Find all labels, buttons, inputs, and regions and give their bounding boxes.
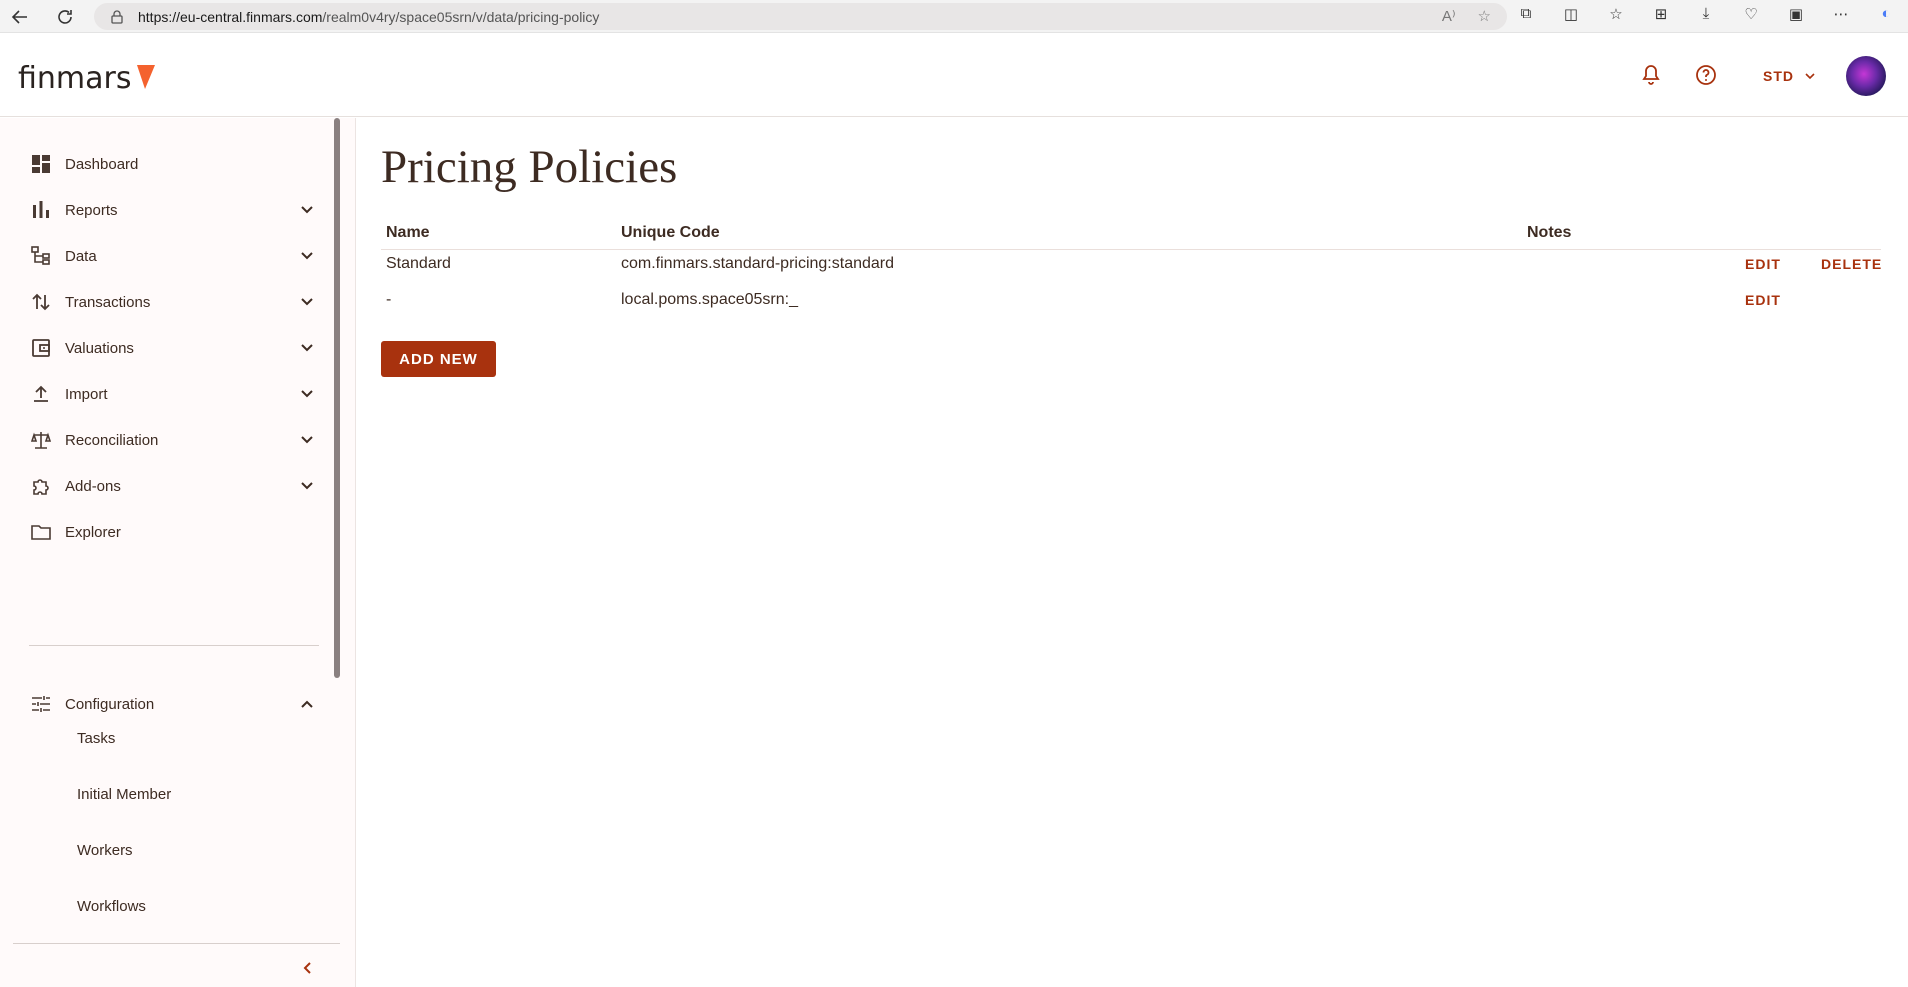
- swap-vertical-icon: [30, 291, 52, 313]
- browser-extensions: ⧉ ◫ ☆ ⊞ ⤓ ♡ ▣ ⋯ ◐: [1514, 5, 1898, 23]
- sidebar: Dashboard Reports Data Transactions Valu…: [0, 118, 356, 987]
- refresh-icon[interactable]: [53, 5, 77, 29]
- sidebar-item-label: Dashboard: [65, 155, 139, 173]
- dashboard-icon: [30, 153, 52, 175]
- sidebar-item-label: Configuration: [65, 695, 155, 713]
- sidebar-item-label: Valuations: [65, 339, 134, 357]
- edit-button[interactable]: EDIT: [1745, 292, 1781, 308]
- row-unique-code: com.finmars.standard-pricing:standard: [621, 255, 895, 272]
- help-icon[interactable]: [1694, 63, 1718, 87]
- puzzle-icon: [30, 475, 52, 497]
- edit-button[interactable]: EDIT: [1745, 256, 1781, 272]
- sidebar-subitem-tasks[interactable]: Tasks: [77, 730, 115, 747]
- sidebar-item-label: Reconciliation: [65, 431, 159, 449]
- main-content: Pricing Policies Name Unique Code Notes …: [357, 118, 1908, 987]
- row-name: -: [386, 291, 392, 308]
- downloads-icon[interactable]: ⤓: [1694, 5, 1718, 23]
- delete-button[interactable]: DELETE: [1821, 256, 1882, 272]
- url-text: https://eu-central.finmars.com/realm0v4r…: [138, 9, 599, 25]
- browser-toolbar: https://eu-central.finmars.com/realm0v4r…: [0, 0, 1908, 33]
- sidebar-item-reconciliation[interactable]: Reconciliation: [0, 417, 330, 463]
- table-row: Standard com.finmars.standard-pricing:st…: [381, 255, 1881, 289]
- logo-text: finmars: [18, 61, 132, 96]
- collapse-sidebar-icon[interactable]: [298, 958, 318, 978]
- sidebar-bottom-divider: [13, 943, 340, 944]
- sidebar-item-transactions[interactable]: Transactions: [0, 279, 330, 325]
- chevron-down-icon: [301, 206, 313, 214]
- app-header: finmars STD: [0, 33, 1908, 117]
- chevron-down-icon: [301, 390, 313, 398]
- url-host: https://eu-central.finmars.com: [138, 8, 323, 25]
- favorite-star-icon[interactable]: ☆: [1478, 7, 1491, 25]
- favorites-icon[interactable]: ☆: [1604, 5, 1628, 23]
- sidebar-item-add-ons[interactable]: Add-ons: [0, 463, 330, 509]
- sidebar-subitem-workers[interactable]: Workers: [77, 842, 133, 859]
- space-label: STD: [1763, 68, 1794, 84]
- wallet-icon: [30, 337, 52, 359]
- upload-icon: [30, 383, 52, 405]
- sidebar-item-data[interactable]: Data: [0, 233, 330, 279]
- copilot-icon[interactable]: ◐: [1874, 5, 1898, 23]
- sidebar-item-label: Transactions: [65, 293, 151, 311]
- tune-icon: [30, 693, 52, 715]
- sidebar-item-valuations[interactable]: Valuations: [0, 325, 330, 371]
- bar-chart-icon: [30, 199, 52, 221]
- column-header-unique-code: Unique Code: [621, 224, 720, 241]
- page-title: Pricing Policies: [381, 141, 678, 193]
- column-header-name: Name: [386, 224, 430, 241]
- chevron-down-icon: [301, 344, 313, 352]
- address-bar[interactable]: https://eu-central.finmars.com/realm0v4r…: [94, 3, 1507, 30]
- chevron-up-icon: [301, 700, 313, 708]
- split-screen-icon[interactable]: ◫: [1559, 5, 1583, 23]
- sidebar-subitem-initial-member[interactable]: Initial Member: [77, 786, 171, 803]
- sidebar-item-label: Data: [65, 247, 97, 265]
- extensions-icon[interactable]: ⧉: [1514, 5, 1538, 23]
- site-info-icon[interactable]: [110, 9, 124, 24]
- table-header: Name Unique Code Notes: [381, 224, 1881, 250]
- scale-icon: [30, 429, 52, 451]
- folder-icon: [30, 521, 52, 543]
- chevron-down-icon: [301, 436, 313, 444]
- read-aloud-icon[interactable]: A⁾: [1442, 7, 1456, 25]
- url-path: /realm0v4ry/space05srn/v/data/pricing-po…: [322, 8, 600, 25]
- logo-mark-icon: [131, 65, 156, 89]
- sidebar-item-explorer[interactable]: Explorer: [0, 509, 330, 555]
- sidebar-subitem-workflows[interactable]: Workflows: [77, 898, 146, 915]
- back-icon[interactable]: [8, 5, 32, 29]
- table-row: - local.poms.space05srn:_ EDIT: [381, 291, 1881, 325]
- sidebar-item-label: Add-ons: [65, 477, 121, 495]
- sidebar-toggle-icon[interactable]: ▣: [1784, 5, 1808, 23]
- performance-icon[interactable]: ♡: [1739, 5, 1763, 23]
- data-tree-icon: [30, 245, 52, 267]
- sidebar-item-import[interactable]: Import: [0, 371, 330, 417]
- sidebar-item-label: Import: [65, 385, 108, 403]
- sidebar-item-dashboard[interactable]: Dashboard: [0, 141, 330, 187]
- sidebar-divider: [29, 645, 319, 646]
- more-options-icon[interactable]: ⋯: [1829, 5, 1853, 23]
- collections-icon[interactable]: ⊞: [1649, 5, 1673, 23]
- sidebar-item-label: Explorer: [65, 523, 121, 541]
- sidebar-item-label: Reports: [65, 201, 118, 219]
- chevron-down-icon: [301, 252, 313, 260]
- row-unique-code: local.poms.space05srn:_: [621, 291, 798, 308]
- chevron-down-icon: [1805, 73, 1815, 80]
- sidebar-scrollbar[interactable]: [334, 118, 340, 678]
- notifications-bell-icon[interactable]: [1639, 63, 1663, 87]
- finmars-logo[interactable]: finmars: [18, 61, 156, 96]
- space-selector[interactable]: STD: [1763, 68, 1816, 84]
- user-avatar[interactable]: [1846, 56, 1886, 96]
- row-name: Standard: [386, 255, 451, 272]
- sidebar-item-reports[interactable]: Reports: [0, 187, 330, 233]
- add-new-button[interactable]: ADD NEW: [381, 341, 496, 377]
- chevron-down-icon: [301, 298, 313, 306]
- chevron-down-icon: [301, 482, 313, 490]
- sidebar-item-configuration[interactable]: Configuration: [0, 681, 330, 727]
- column-header-notes: Notes: [1527, 224, 1572, 241]
